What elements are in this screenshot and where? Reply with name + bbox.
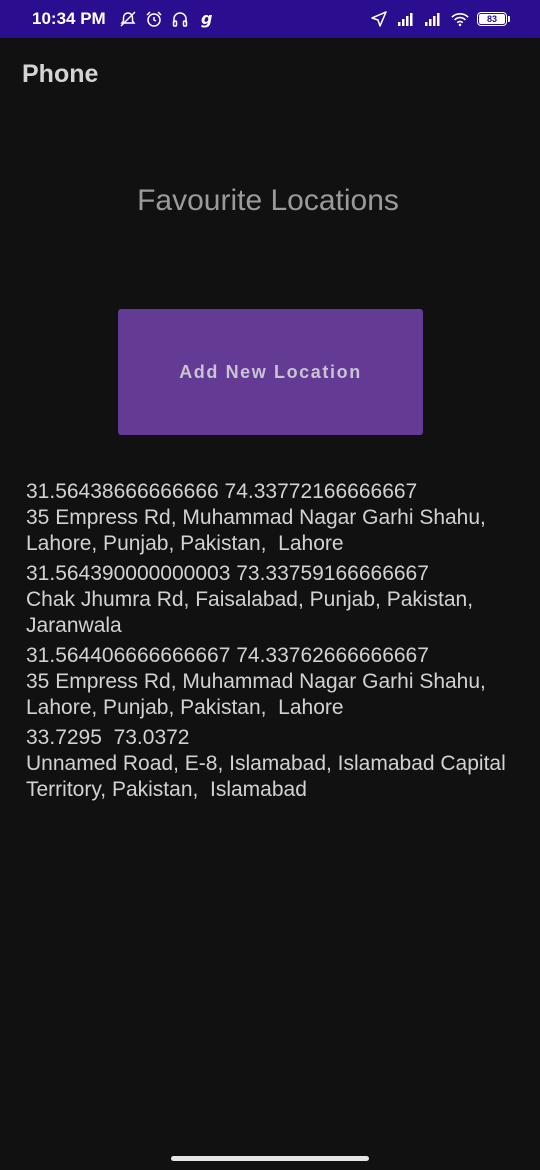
status-bar: 10:34 PM g 83 [0,0,540,38]
g-app-icon: g [196,9,216,29]
status-time: 10:34 PM [32,9,106,28]
signal-bars-icon [396,9,416,29]
alarm-clock-icon [144,9,164,29]
status-left: 10:34 PM g [32,9,216,29]
location-list: 31.56438666666666 74.33772166666667 35 E… [26,479,526,807]
svg-text:g: g [201,10,212,28]
location-coords: 31.564390000000003 73.33759166666667 [26,562,429,585]
location-address: 35 Empress Rd, Muhammad Nagar Garhi Shah… [26,670,492,719]
battery-level: 83 [479,14,505,24]
location-address: 35 Empress Rd, Muhammad Nagar Garhi Shah… [26,506,492,555]
location-arrow-icon [369,9,389,29]
location-address: Unnamed Road, E-8, Islamabad, Islamabad … [26,752,512,801]
app-bar-title: Phone [22,60,99,88]
battery-tip [508,16,510,22]
battery-indicator: 83 [477,12,510,26]
status-right: 83 [369,9,510,29]
location-item[interactable]: 31.564390000000003 73.33759166666667 Cha… [26,561,526,639]
gesture-nav-handle[interactable] [171,1156,369,1161]
location-item[interactable]: 31.56438666666666 74.33772166666667 35 E… [26,479,526,557]
location-coords: 31.56438666666666 74.33772166666667 [26,480,418,503]
signal-bars-icon [423,9,443,29]
location-coords: 33.7295 73.0372 [26,726,190,749]
location-item[interactable]: 31.564406666666667 74.33762666666667 35 … [26,643,526,721]
muted-alarm-icon [118,9,138,29]
battery-icon: 83 [477,12,507,26]
add-new-location-button[interactable]: Add New Location [118,309,423,435]
location-item[interactable]: 33.7295 73.0372 Unnamed Road, E-8, Islam… [26,725,526,803]
wifi-icon [450,9,470,29]
headset-icon [170,9,190,29]
location-address: Chak Jhumra Rd, Faisalabad, Punjab, Paki… [26,588,479,637]
page-heading: Favourite Locations [137,184,399,217]
location-coords: 31.564406666666667 74.33762666666667 [26,644,429,667]
